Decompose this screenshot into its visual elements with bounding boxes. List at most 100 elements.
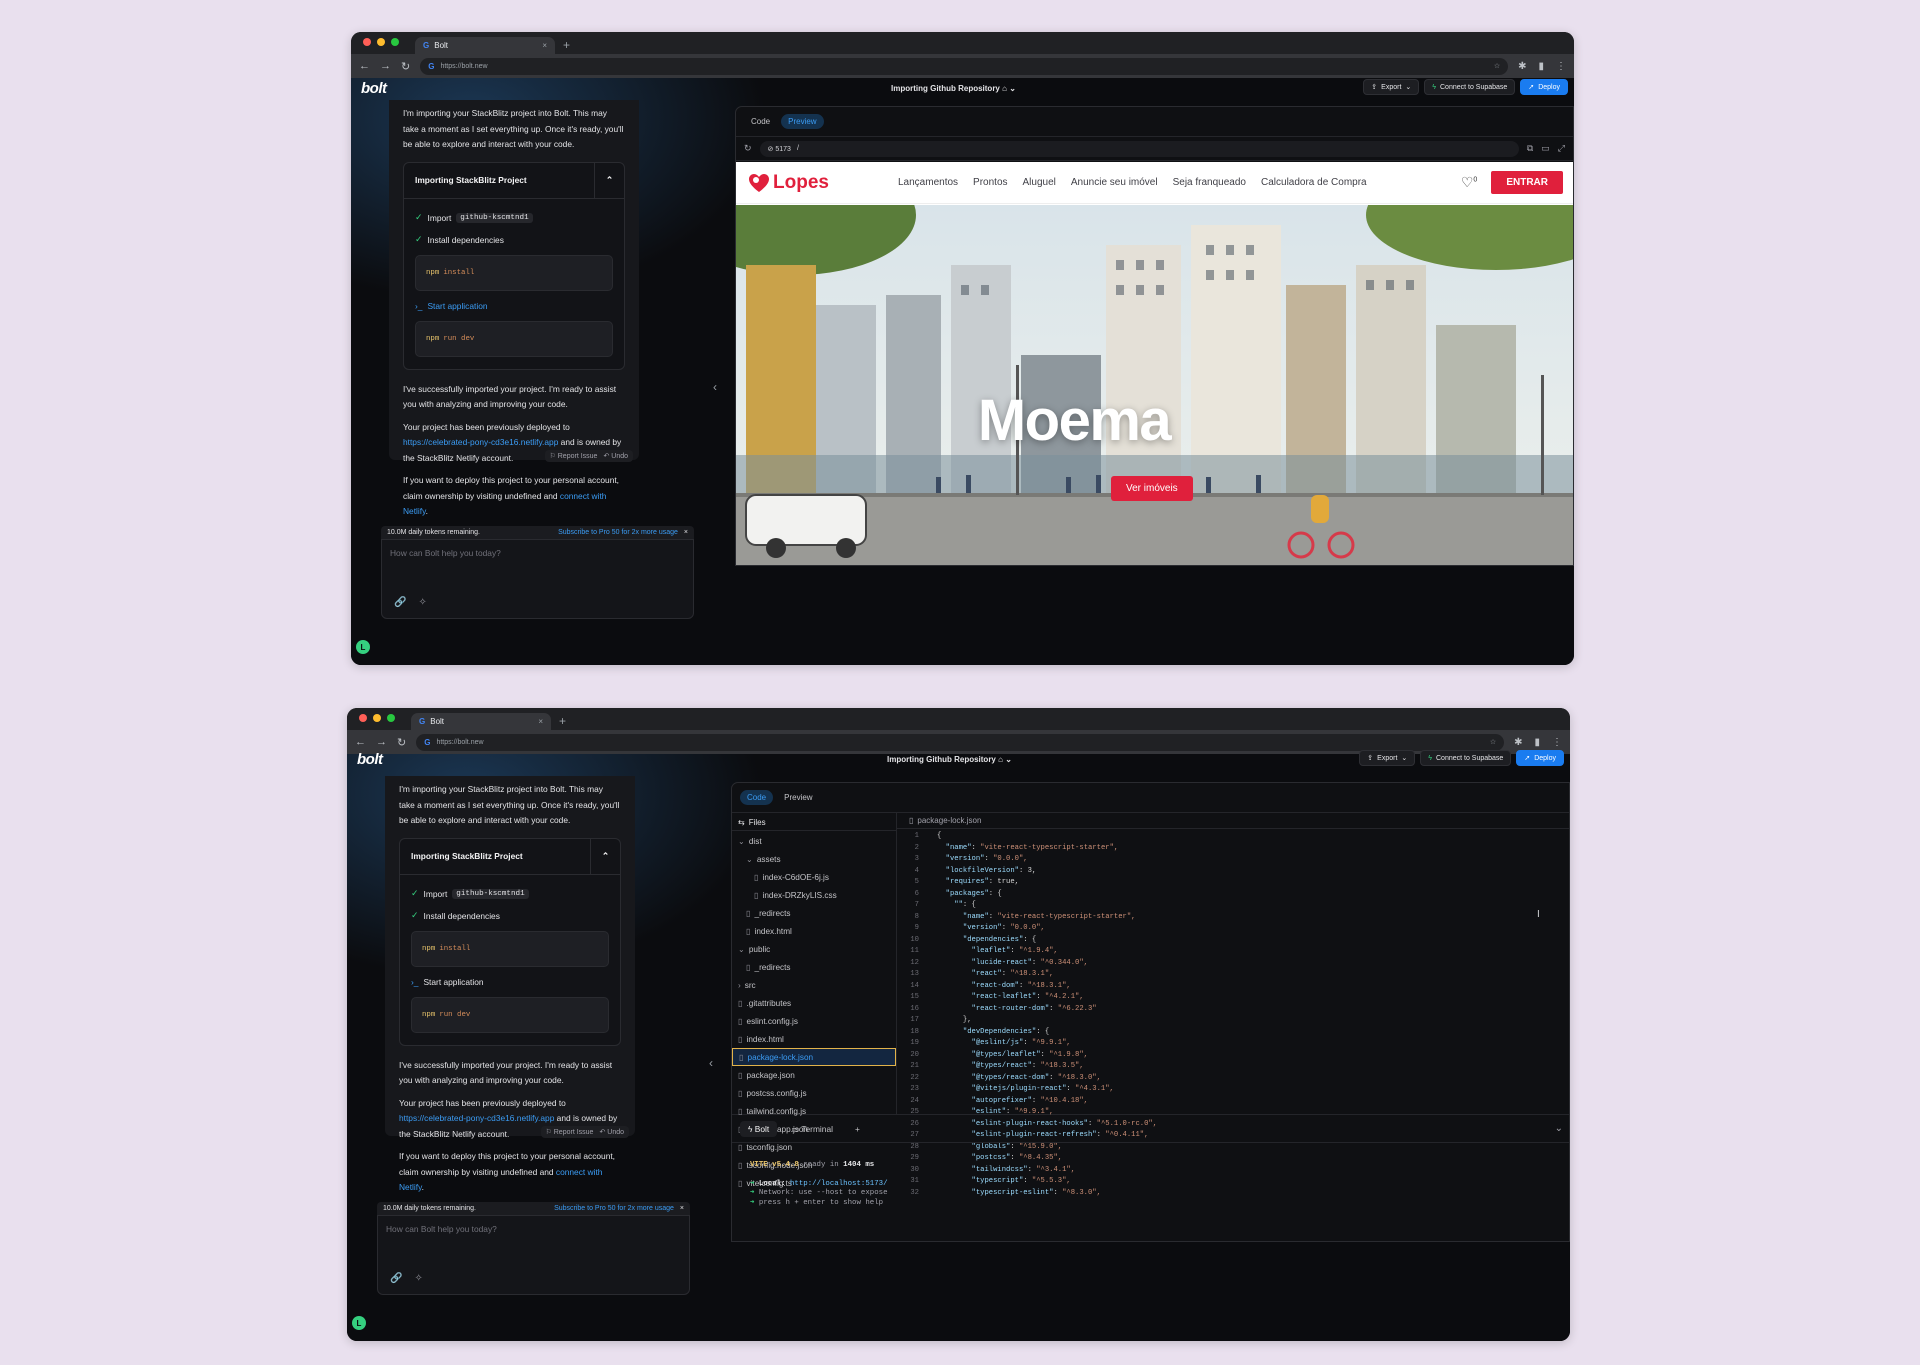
back-icon[interactable]: ← [359,60,370,72]
new-tab-icon[interactable]: + [563,38,570,52]
lopes-logo[interactable]: Lopes [748,172,898,194]
netlify-app-link[interactable]: https://celebrated-pony-cd3e16.netlify.a… [399,1113,554,1123]
collapse-chat-icon[interactable]: ‹ [713,380,717,394]
view-properties-button[interactable]: Ver imóveis [1111,476,1193,501]
tree-file[interactable]: ▯ package.json [732,1066,896,1084]
preview-address-bar[interactable]: ⊘ 5173 / [759,140,1519,157]
collapse-terminal-icon[interactable]: ⌄ [1555,1123,1563,1134]
reload-preview-icon[interactable]: ↻ [744,143,752,154]
chevron-up-icon[interactable]: ⌃ [590,838,620,875]
tree-file[interactable]: ▯ index.html [732,1030,896,1048]
import-card-header[interactable]: Importing StackBlitz Project ⌃ [400,838,620,875]
reload-icon[interactable]: ↻ [397,736,406,749]
forward-icon[interactable]: → [380,60,391,72]
subscribe-link[interactable]: Subscribe to Pro 50 for 2x more usage [558,529,678,536]
close-banner-icon[interactable]: × [684,529,688,536]
terminal-output[interactable]: VITE v5.4.8 ready in 1404 ms ➜ Local: ht… [732,1143,1569,1241]
maximize-window-button[interactable] [387,714,395,722]
close-tab-icon[interactable]: × [538,717,543,726]
extensions-icon[interactable]: ✱ [1514,737,1522,748]
tree-file[interactable]: ▯ .gitattributes [732,994,896,1012]
undo-button[interactable]: ↶ Undo [603,452,628,460]
site-nav-link[interactable]: Lançamentos [898,177,958,188]
prompt-input[interactable]: How can Bolt help you today? 🔗 ✧ [381,539,694,619]
fullscreen-icon[interactable]: ⤢ [1558,143,1565,154]
minimize-window-button[interactable] [377,38,385,46]
editor-pane[interactable]: ▯ package-lock.json 1{2 "name": "vite-rea… [897,813,1569,1197]
address-bar[interactable]: G https://bolt.new ☆ [416,733,1505,751]
open-external-icon[interactable]: ⧉ [1527,143,1533,154]
tree-file[interactable]: ▯ postcss.config.js [732,1084,896,1102]
connect-supabase-button[interactable]: ϟ Connect to Supabase [1420,750,1512,766]
import-card-header[interactable]: Importing StackBlitz Project ⌃ [404,162,624,199]
bookmark-star-icon[interactable]: ☆ [1490,738,1496,746]
tree-folder[interactable]: ⌄ public [732,940,896,958]
close-window-button[interactable] [363,38,371,46]
collapse-chat-icon[interactable]: ‹ [709,1056,713,1070]
reload-icon[interactable]: ↻ [401,60,410,73]
tree-folder[interactable]: › src [732,976,896,994]
tree-file[interactable]: ▯ _redirects [732,904,896,922]
menu-kebab-icon[interactable]: ⋮ [1556,61,1566,72]
enhance-sparkle-icon[interactable]: ✧ [414,1273,422,1284]
bolt-logo[interactable]: bolt [357,751,383,768]
port-selector[interactable]: ⊘ 5173 [768,145,791,153]
site-nav-link[interactable]: Anuncie seu imóvel [1071,177,1158,188]
extensions-icon[interactable]: ✱ [1518,61,1526,72]
bolt-logo[interactable]: bolt [361,80,387,97]
undo-button[interactable]: ↶ Undo [599,1128,624,1136]
forward-icon[interactable]: → [376,736,387,748]
site-nav-link[interactable]: Calculadora de Compra [1261,177,1367,188]
connect-supabase-button[interactable]: ϟ Connect to Supabase [1424,79,1516,95]
tab-terminal[interactable]: ▭ Terminal [783,1121,841,1137]
tree-file[interactable]: ▯ _redirects [732,958,896,976]
back-icon[interactable]: ← [355,736,366,748]
site-nav-link[interactable]: Aluguel [1023,177,1056,188]
tab-preview[interactable]: Preview [777,790,819,805]
login-button[interactable]: ENTRAR [1491,171,1563,194]
close-tab-icon[interactable]: × [542,41,547,50]
user-avatar[interactable]: L [356,640,370,654]
tree-file[interactable]: ▯ index-DRZkyLIS.css [732,886,896,904]
address-bar[interactable]: G https://bolt.new ☆ [420,57,1509,75]
deploy-button[interactable]: ➚ Deploy [1520,79,1568,95]
tree-file[interactable]: ▯ eslint.config.js [732,1012,896,1030]
local-url[interactable]: http://localhost:5173/ [790,1180,888,1188]
close-window-button[interactable] [359,714,367,722]
browser-tab[interactable]: G Bolt × [415,37,555,54]
site-nav-link[interactable]: Prontos [973,177,1007,188]
side-panel-icon[interactable]: ▮ [1534,737,1540,748]
tab-code[interactable]: Code [744,114,777,129]
tab-code[interactable]: Code [740,790,774,805]
prompt-input[interactable]: How can Bolt help you today? 🔗 ✧ [377,1215,690,1295]
favorites-heart-icon[interactable]: ♡0 [1461,174,1477,191]
chevron-up-icon[interactable]: ⌃ [594,162,624,199]
enhance-sparkle-icon[interactable]: ✧ [418,597,426,608]
user-avatar[interactable]: L [352,1316,366,1330]
project-title[interactable]: Importing Github Repository ⌂ ⌄ [891,84,1016,93]
tab-bolt-terminal[interactable]: ϟ Bolt [740,1120,778,1137]
tree-file[interactable]: ▯ package-lock.json [732,1048,896,1066]
add-terminal-icon[interactable]: + [847,1121,868,1137]
new-tab-icon[interactable]: + [559,714,566,728]
tab-preview[interactable]: Preview [781,114,824,129]
bookmark-star-icon[interactable]: ☆ [1494,62,1500,70]
maximize-window-button[interactable] [391,38,399,46]
tree-file[interactable]: ▯ index-C6dOE-6j.js [732,868,896,886]
export-button[interactable]: ⇪ Export ⌄ [1363,79,1420,95]
close-banner-icon[interactable]: × [680,1205,684,1212]
attach-link-icon[interactable]: 🔗 [394,597,406,608]
minimize-window-button[interactable] [373,714,381,722]
browser-tab[interactable]: G Bolt × [411,713,551,730]
deploy-button[interactable]: ➚ Deploy [1516,750,1564,766]
tree-folder[interactable]: ⌄ dist [732,832,896,850]
project-title[interactable]: Importing Github Repository ⌂ ⌄ [887,755,1012,764]
export-button[interactable]: ⇪ Export ⌄ [1359,750,1416,766]
side-panel-icon[interactable]: ▮ [1538,61,1544,72]
attach-link-icon[interactable]: 🔗 [390,1273,402,1284]
subscribe-link[interactable]: Subscribe to Pro 50 for 2x more usage [554,1205,674,1212]
menu-kebab-icon[interactable]: ⋮ [1552,737,1562,748]
report-issue-button[interactable]: ⚐ Report Issue [546,1128,594,1136]
report-issue-button[interactable]: ⚐ Report Issue [550,452,598,460]
device-toggle-icon[interactable]: ▭ [1541,143,1550,154]
